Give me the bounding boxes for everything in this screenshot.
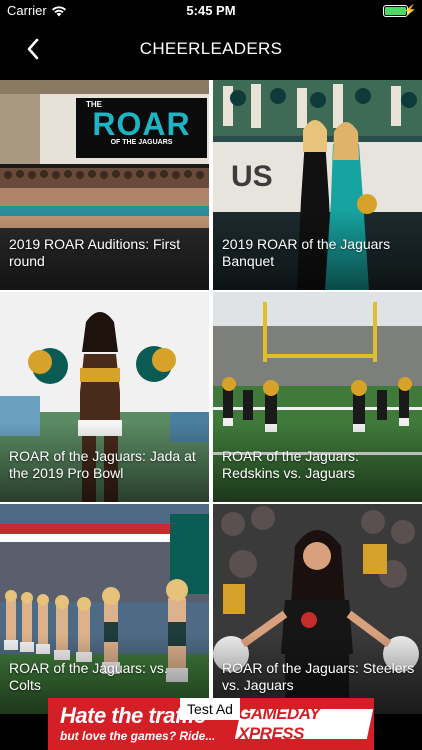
charging-icon: ⚡	[403, 5, 417, 17]
gallery-caption: 2019 ROAR Auditions: First round	[9, 236, 181, 269]
gallery-grid: THE ROAR OF THE JAGUARS 2019 ROAR Auditi…	[0, 80, 422, 714]
roar-sign-line2: ROAR	[92, 106, 191, 142]
gallery-caption: ROAR of the Jaguars: Jada at the 2019 Pr…	[9, 448, 196, 481]
gallery-item-redskins[interactable]: ROAR of the Jaguars: Redskins vs. Jaguar…	[213, 292, 422, 502]
status-bar: Carrier 5:45 PM ⚡	[0, 0, 422, 22]
gallery-caption: 2019 ROAR of the Jaguars Banquet	[222, 236, 391, 269]
banner-ad[interactable]: Hate the traffic but love the games? Rid…	[48, 698, 374, 750]
gallery-item-auditions[interactable]: THE ROAR OF THE JAGUARS 2019 ROAR Auditi…	[0, 80, 209, 290]
navigation-bar: CHEERLEADERS	[0, 22, 422, 78]
ad-subline: but love the games? Ride...	[60, 729, 216, 743]
ad-brand-text: GAMEDAY XPRESS	[238, 704, 320, 743]
ad-label: Test Ad	[180, 698, 240, 720]
roar-sign: THE ROAR OF THE JAGUARS	[78, 100, 205, 156]
gallery-caption: ROAR of the Jaguars: vs. Colts	[9, 660, 168, 693]
gallery-item-pro-bowl[interactable]: ROAR of the Jaguars: Jada at the 2019 Pr…	[0, 292, 209, 502]
gallery-caption: ROAR of the Jaguars: Steelers vs. Jaguar…	[222, 660, 415, 693]
status-time: 5:45 PM	[186, 3, 236, 18]
page-title: CHEERLEADERS	[139, 39, 283, 58]
banquet-sign-text: US	[231, 160, 273, 193]
gallery-item-banquet[interactable]: US 2019 ROAR of the Jaguars Banquet	[213, 80, 422, 290]
gallery-caption: ROAR of the Jaguars: Redskins vs. Jaguar…	[222, 448, 359, 481]
ad-brand-logo: GAMEDAY XPRESS	[234, 704, 374, 743]
gallery-item-steelers[interactable]: ROAR of the Jaguars: Steelers vs. Jaguar…	[213, 504, 422, 714]
gallery-item-colts[interactable]: ROAR of the Jaguars: vs. Colts	[0, 504, 209, 714]
